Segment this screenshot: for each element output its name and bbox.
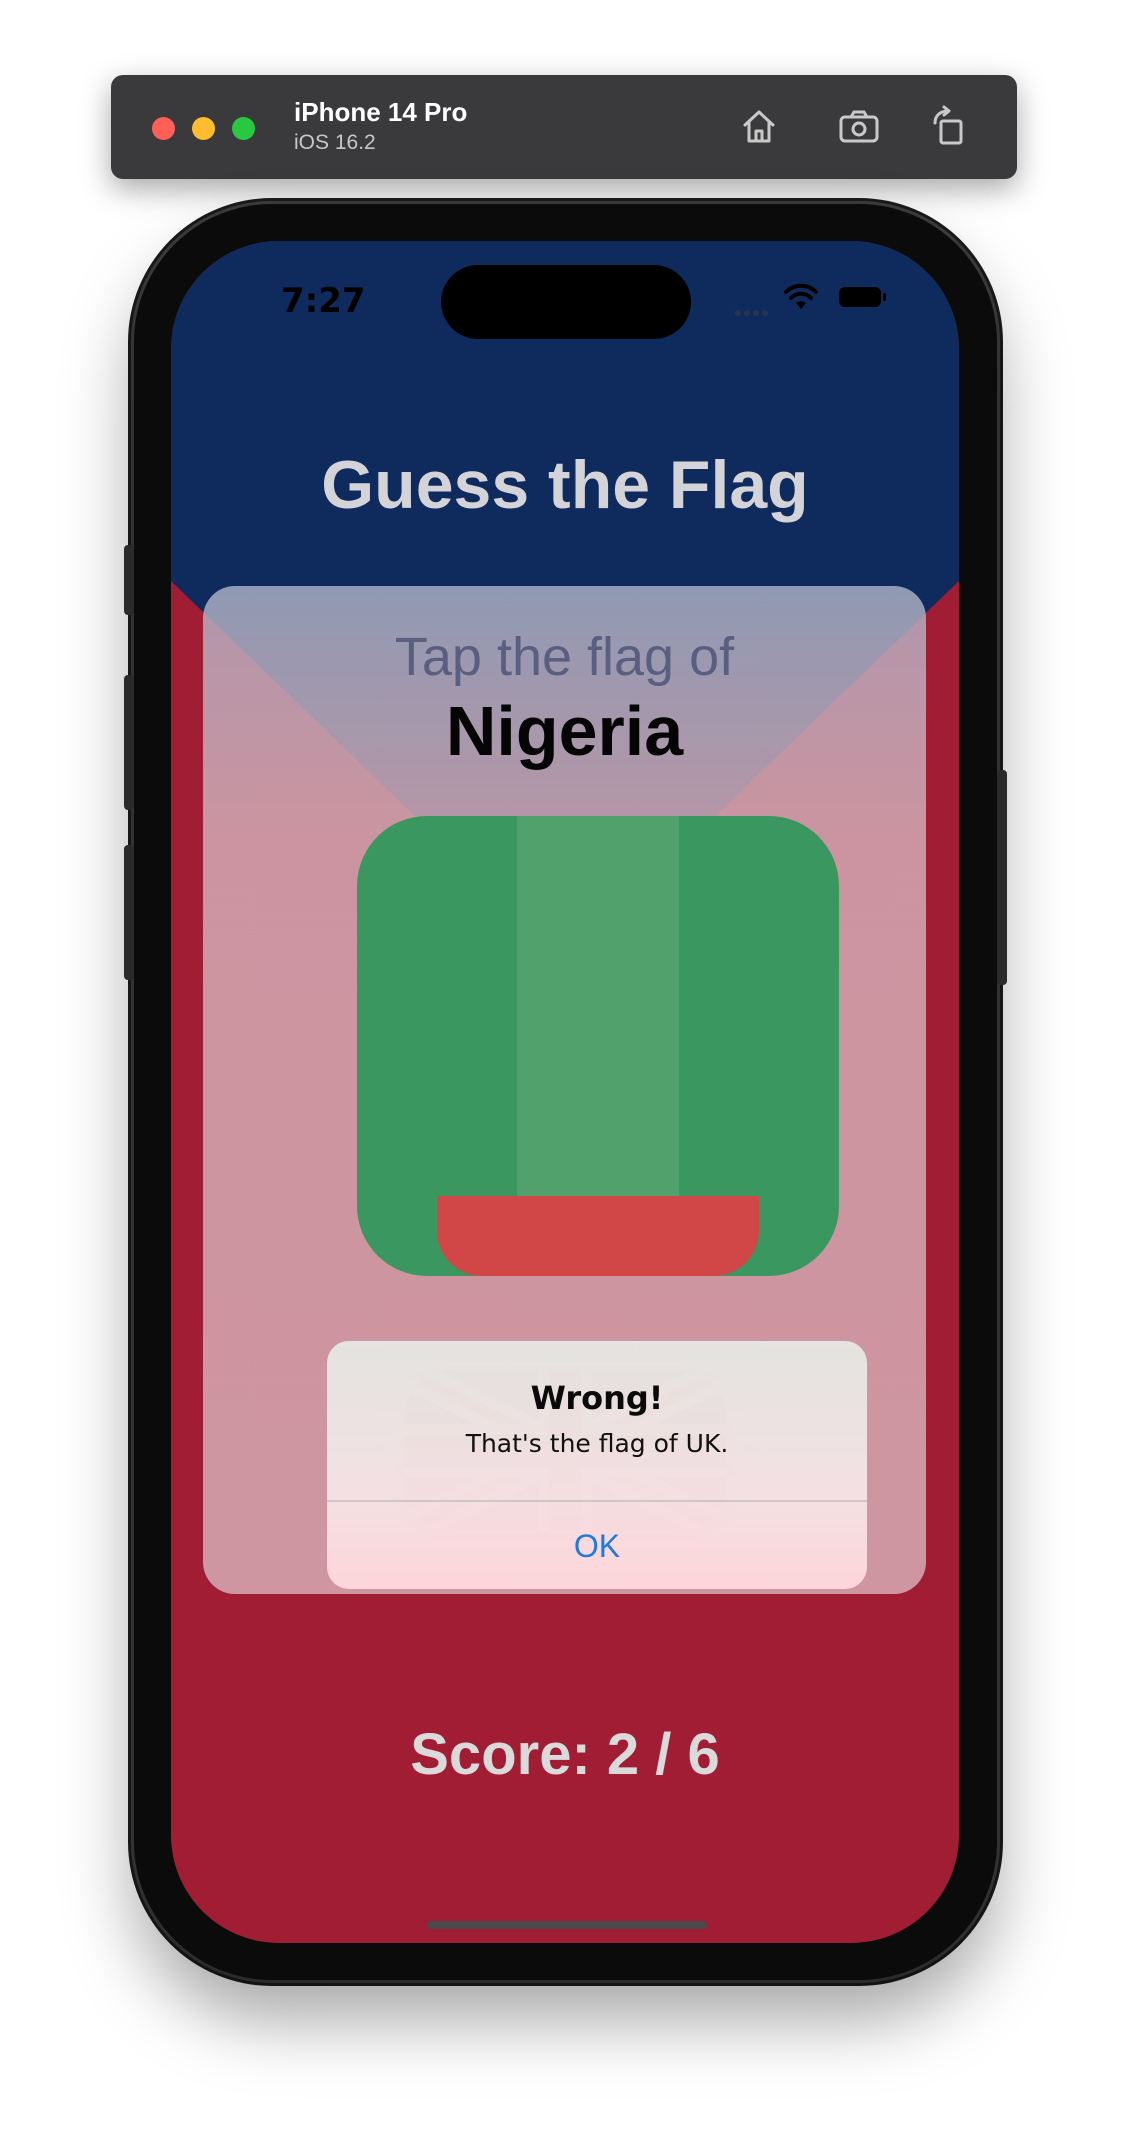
home-indicator[interactable] bbox=[427, 1921, 707, 1929]
screenshot-icon[interactable] bbox=[831, 99, 887, 155]
dynamic-island bbox=[441, 265, 691, 339]
flag-edge bbox=[437, 1196, 759, 1276]
volume-down-button[interactable] bbox=[124, 845, 134, 980]
status-time: 7:27 bbox=[281, 281, 366, 321]
battery-icon bbox=[839, 287, 886, 307]
os-version: iOS 16.2 bbox=[294, 131, 376, 154]
action-button[interactable] bbox=[124, 545, 134, 615]
score-label: Score: 2 / 6 bbox=[410, 1722, 720, 1787]
wifi-icon bbox=[784, 283, 818, 309]
rotate-icon[interactable] bbox=[921, 99, 977, 155]
zoom-window-button[interactable] bbox=[232, 117, 255, 140]
app-title: Guess the Flag bbox=[321, 447, 809, 523]
home-icon[interactable] bbox=[731, 99, 787, 155]
alert-ok-button[interactable]: OK bbox=[327, 1503, 867, 1589]
cellular-signal-icon bbox=[735, 303, 771, 321]
volume-up-button[interactable] bbox=[124, 675, 134, 810]
device-name: iPhone 14 Pro bbox=[294, 97, 468, 127]
simulator-toolbar: iPhone 14 Pro iOS 16.2 bbox=[111, 75, 1017, 179]
alert-message: That's the flag of UK. bbox=[465, 1429, 729, 1458]
alert-divider bbox=[327, 1500, 867, 1502]
minimize-window-button[interactable] bbox=[192, 117, 215, 140]
flag-button-nigeria[interactable] bbox=[357, 816, 839, 1276]
prompt-label: Tap the flag of bbox=[394, 627, 735, 687]
question-card: Tap the flag of Nigeria Wrong! That's th… bbox=[203, 586, 926, 1594]
alert-title: Wrong! bbox=[530, 1379, 664, 1417]
country-name: Nigeria bbox=[445, 692, 684, 770]
phone-screen: 7:27 Guess the Flag Tap the flag of Nige… bbox=[171, 241, 959, 1943]
power-button[interactable] bbox=[997, 770, 1007, 985]
close-window-button[interactable] bbox=[152, 117, 175, 140]
wrong-answer-alert: Wrong! That's the flag of UK. OK bbox=[327, 1341, 867, 1589]
